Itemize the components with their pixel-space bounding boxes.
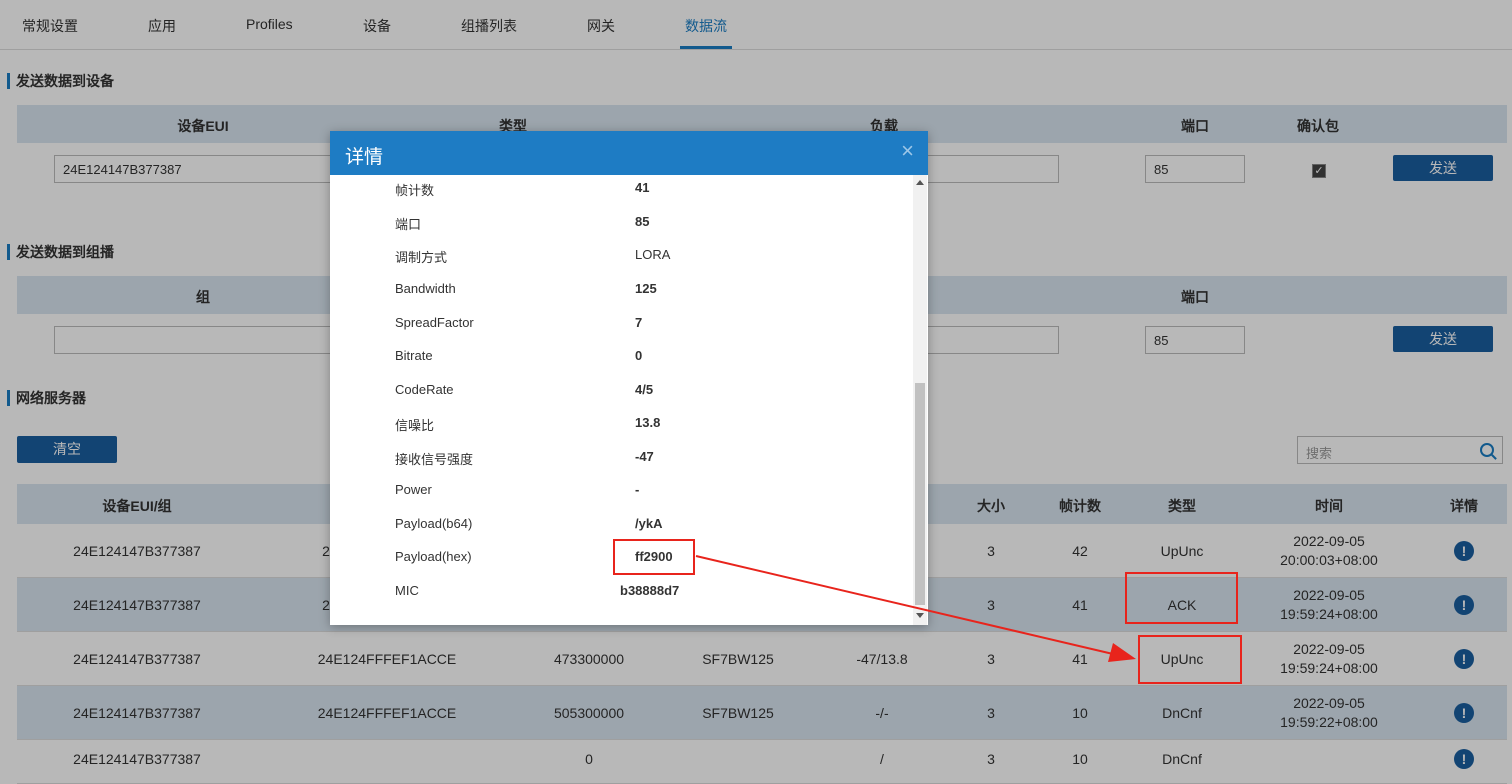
annotation-arrow-icon — [695, 555, 1136, 662]
